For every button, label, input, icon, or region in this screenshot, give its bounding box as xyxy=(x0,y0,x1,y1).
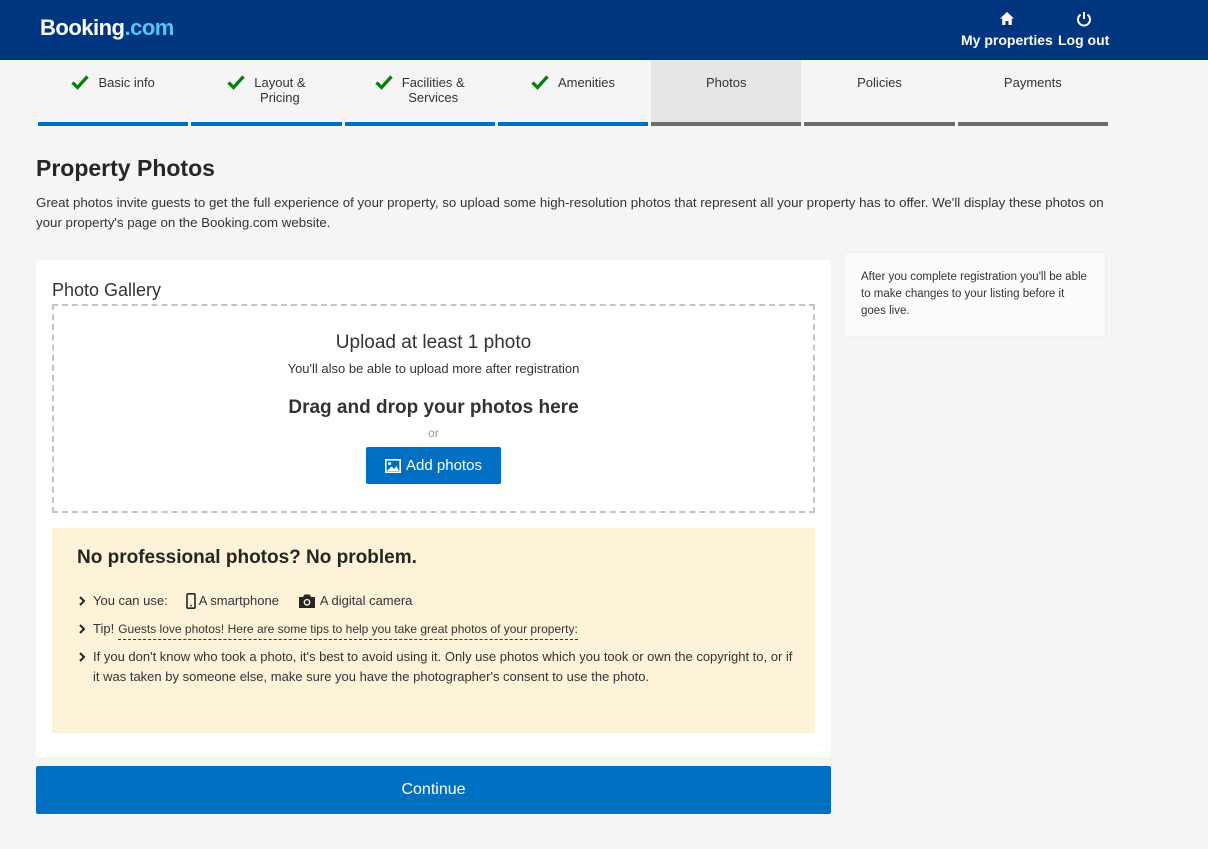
photo-dropzone[interactable]: Upload at least 1 photo You'll also be a… xyxy=(52,304,815,513)
or-text: or xyxy=(428,426,439,440)
step-label: Facilities & Services xyxy=(401,75,465,105)
home-icon xyxy=(999,12,1014,25)
photo-tips-box: No professional photos? No problem. You … xyxy=(52,528,815,733)
top-bar: Booking.com My properties Log out xyxy=(0,0,1208,60)
my-properties-label: My properties xyxy=(961,32,1053,48)
chevron-right-icon xyxy=(79,596,86,606)
image-icon xyxy=(385,458,402,473)
step-policies[interactable]: Policies xyxy=(804,60,955,126)
checkmark-icon xyxy=(227,75,245,90)
step-photos[interactable]: Photos xyxy=(651,60,802,126)
smartphone-option: A smartphone xyxy=(185,591,279,611)
chevron-right-icon xyxy=(79,624,86,634)
photo-gallery-title: Photo Gallery xyxy=(52,280,162,300)
step-layout-pricing[interactable]: Layout & Pricing xyxy=(191,60,342,126)
chevron-right-icon xyxy=(79,652,86,662)
booking-logo[interactable]: Booking.com xyxy=(40,15,174,41)
step-label: Amenities xyxy=(557,75,616,90)
tip-prefix: Tip! xyxy=(93,621,115,636)
logo-main-text: Booking xyxy=(40,15,125,40)
tip-copyright: If you don't know who took a photo, it's… xyxy=(77,647,793,687)
registration-steps: Basic info Layout & Pricing Facilities &… xyxy=(38,60,1108,126)
photo-tips-link[interactable]: Guests love photos! Here are some tips t… xyxy=(118,619,578,640)
registration-info-box: After you complete registration you'll b… xyxy=(844,252,1106,337)
smartphone-label: A smartphone xyxy=(198,593,279,608)
step-label: Payments xyxy=(1003,75,1062,90)
page-intro: Great photos invite guests to get the fu… xyxy=(36,195,1104,230)
tip-photo-tips: Tip! Guests love photos! Here are some t… xyxy=(77,619,578,640)
continue-button[interactable]: Continue xyxy=(36,766,831,814)
camera-label: A digital camera xyxy=(319,593,413,608)
step-label: Policies xyxy=(857,75,902,90)
add-photos-button[interactable]: Add photos xyxy=(366,447,501,484)
step-label: Basic info xyxy=(98,75,155,90)
step-payments[interactable]: Payments xyxy=(957,60,1108,126)
tip-you-can-use: You can use: A smartphone A digital came… xyxy=(77,591,412,611)
page-title: Property Photos xyxy=(36,155,215,181)
camera-icon xyxy=(298,594,315,608)
tips-title: No professional photos? No problem. xyxy=(77,547,417,568)
step-amenities[interactable]: Amenities xyxy=(497,60,649,126)
checkmark-icon xyxy=(71,75,90,90)
smartphone-icon xyxy=(185,593,196,609)
log-out-link[interactable]: Log out xyxy=(1058,10,1109,50)
you-can-use-text: You can use: xyxy=(93,593,168,608)
checkmark-icon xyxy=(375,75,393,90)
upload-subtitle: You'll also be able to upload more after… xyxy=(287,361,580,376)
step-label: Photos xyxy=(706,75,747,90)
add-photos-label: Add photos xyxy=(406,457,482,474)
step-label: Layout & Pricing xyxy=(254,75,306,105)
registration-info-text: After you complete registration you'll b… xyxy=(861,271,1087,317)
step-facilities-services[interactable]: Facilities & Services xyxy=(344,60,495,126)
drag-drop-text: Drag and drop your photos here xyxy=(288,397,579,418)
checkmark-icon xyxy=(531,75,549,90)
photo-gallery-card: Photo Gallery Upload at least 1 photo Yo… xyxy=(36,260,831,757)
log-out-label: Log out xyxy=(1058,32,1110,48)
upload-title: Upload at least 1 photo xyxy=(335,332,532,353)
copyright-text: If you don't know who took a photo, it's… xyxy=(93,649,793,684)
camera-option: A digital camera xyxy=(297,591,413,611)
power-icon xyxy=(1076,12,1091,27)
step-basic-info[interactable]: Basic info xyxy=(38,60,189,126)
logo-suffix: com xyxy=(130,15,174,40)
my-properties-link[interactable]: My properties xyxy=(961,10,1053,50)
